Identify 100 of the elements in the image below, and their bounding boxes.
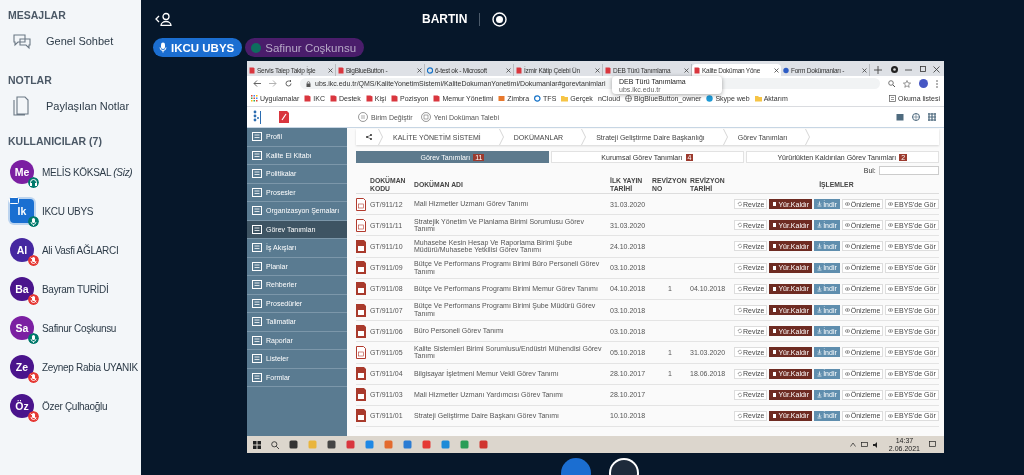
search-field[interactable] [878,166,939,175]
eye-icon [888,412,894,419]
close-icon[interactable] [684,67,689,73]
refresh-icon [737,370,742,377]
search-icon[interactable] [271,440,279,449]
logo-icon [278,110,290,124]
user-name[interactable]: Safinur Coşkunsu [42,322,117,334]
section-heading: MESAJLAR [8,9,66,21]
refresh-icon [737,412,742,419]
download-icon [817,349,823,356]
user-name[interactable]: Bayram TURİDİ [42,283,109,295]
profile-avatar-icon[interactable] [919,79,928,88]
grid-icon [251,95,258,102]
taskbar-app-icon[interactable] [327,440,336,449]
eye-icon [844,391,850,398]
eye-icon [844,285,850,292]
eye-icon [888,201,894,208]
download-icon [817,307,823,314]
user-name[interactable]: Ali Vasfi AĞLARCI [42,244,119,256]
download-icon [817,328,823,335]
apps-grid-icon[interactable] [928,113,936,121]
skype-icon [706,95,714,102]
eye-icon [888,285,894,292]
eye-icon [844,222,850,229]
eye-icon [844,328,850,335]
user-name[interactable]: Zeynep Rabia UYANIK [42,361,138,373]
star-icon[interactable] [903,79,911,88]
eye-icon [844,201,850,208]
talker-indicator: IKCU UBYS [153,38,243,57]
download-icon [817,412,823,419]
microphone-icon [159,42,167,53]
volume-icon[interactable] [872,441,880,448]
chevron-icon [805,129,811,145]
windows-start-icon[interactable] [253,440,261,449]
chevron-icon [378,129,383,145]
chevron-icon [722,129,728,145]
mail-icon [498,95,506,102]
taskbar-app-icon[interactable] [289,440,298,449]
trash-icon [772,391,778,398]
share-icon [366,134,372,140]
trash-icon [772,201,778,208]
user-list-toggle-icon[interactable] [154,12,172,26]
download-icon [817,243,823,250]
eye-icon [888,349,894,356]
dots-logo-icon [253,109,262,125]
user-name[interactable]: IKCU UBYS [42,205,94,217]
trash-icon [772,328,778,335]
refresh-icon [737,201,742,208]
avatar-initials: Sa [15,322,29,334]
close-icon[interactable] [506,67,511,73]
lock-icon [306,80,311,87]
chevron-up-icon[interactable] [849,442,856,447]
refresh-icon [737,391,742,398]
reload-icon[interactable] [285,80,292,87]
new-tab-icon[interactable] [874,66,882,74]
folder-icon [561,95,569,102]
sidebar-item[interactable]: Paylaşılan Notlar [46,100,130,112]
eye-icon [888,328,894,335]
close-icon[interactable] [862,67,867,73]
maximize-icon[interactable] [919,66,926,73]
record-icon[interactable] [492,11,508,27]
user-name[interactable]: Özer Çulhaoğlu [42,400,108,412]
close-icon[interactable] [417,67,422,73]
eye-icon [888,222,894,229]
download-icon [817,201,823,208]
talker-indicator: Safinur Coşkunsu [245,38,365,57]
globe-icon[interactable] [912,113,920,121]
sidebar-item[interactable]: Genel Sohbet [46,35,114,47]
record-icon [891,66,898,73]
reading-list-icon [889,95,896,102]
avatar-initials: Al [16,244,28,256]
download-icon [817,222,823,229]
refresh-icon [737,307,742,314]
close-icon[interactable] [328,67,333,73]
eye-icon [844,243,850,250]
refresh-icon [737,264,742,271]
avatar-initials: Öz [15,400,29,412]
trash-icon [772,243,778,250]
eye-icon [888,391,894,398]
avatar-initials: Ba [15,283,29,295]
avatar-initials: Me [14,166,30,178]
trash-icon [772,349,778,356]
cloud-icon [534,95,542,102]
avatar-initials: Ze [15,361,29,373]
refresh-icon [737,243,742,250]
eye-icon [844,264,850,271]
trash-icon [772,412,778,419]
zoom-icon[interactable] [888,80,895,87]
trash-icon [772,307,778,314]
refresh-icon [737,285,742,292]
eye-icon [844,370,850,377]
back-icon[interactable] [253,80,261,87]
eye-icon [888,243,894,250]
close-icon[interactable] [933,66,940,73]
close-icon[interactable] [774,67,779,73]
eye-icon [844,412,850,419]
trash-icon [772,264,778,271]
close-icon[interactable] [595,67,600,73]
user-name[interactable]: MELİS KÖKSAL (Siz) [42,166,133,178]
chevron-icon [498,129,504,145]
